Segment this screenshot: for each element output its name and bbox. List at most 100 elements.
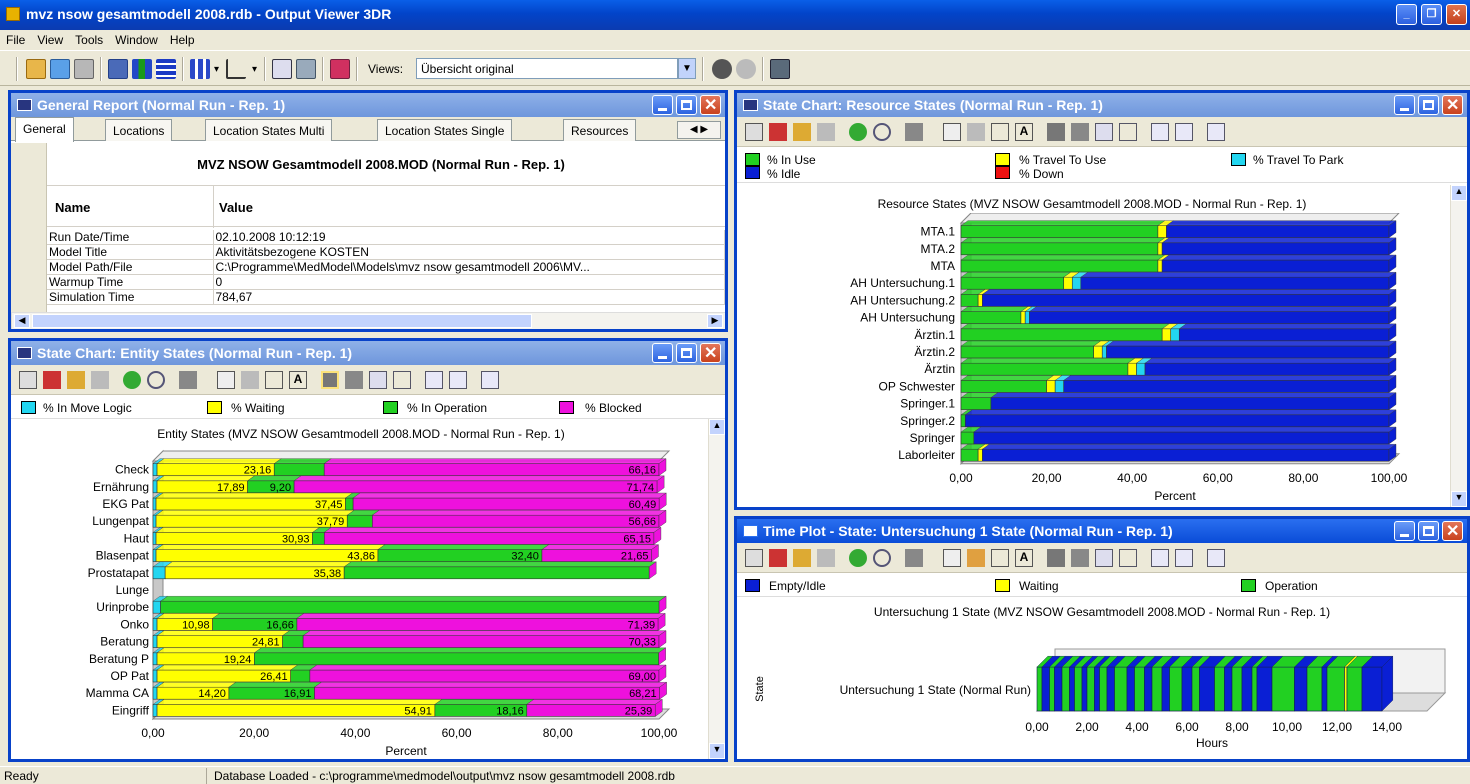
menu-help[interactable]: Help: [164, 30, 201, 47]
open-icon[interactable]: [26, 59, 46, 79]
paint-icon[interactable]: [905, 549, 923, 567]
views-select[interactable]: Übersicht original: [416, 58, 678, 79]
grid-icon[interactable]: [1095, 549, 1113, 567]
menu-file[interactable]: File: [0, 30, 31, 47]
scroll-down-icon[interactable]: ▼: [709, 743, 725, 759]
axis-icon[interactable]: [967, 549, 985, 567]
label-icon[interactable]: [991, 123, 1009, 141]
chevron-down-icon-2[interactable]: ▾: [252, 64, 257, 75]
copy-icon[interactable]: [1151, 123, 1169, 141]
menu-view[interactable]: View: [31, 30, 69, 47]
scroll-up-icon[interactable]: ▲: [1451, 185, 1467, 201]
export-icon[interactable]: [1207, 123, 1225, 141]
label-icon[interactable]: [991, 549, 1009, 567]
chevron-down-icon[interactable]: ▾: [214, 64, 219, 75]
es-maximize-button[interactable]: [676, 343, 697, 363]
tp-close-button[interactable]: ✕: [1442, 521, 1463, 541]
tools-icon[interactable]: [296, 59, 316, 79]
tab-scroll-arrows[interactable]: ◀ ▶: [677, 121, 721, 139]
record-icon[interactable]: [712, 59, 732, 79]
general-report-titlebar[interactable]: General Report (Normal Run - Rep. 1) ✕: [11, 93, 725, 117]
paint-icon[interactable]: [179, 371, 197, 389]
list-icon[interactable]: [1119, 549, 1137, 567]
copy-icon[interactable]: [1151, 549, 1169, 567]
grid-icon[interactable]: [369, 371, 387, 389]
print-icon[interactable]: [74, 59, 94, 79]
bar-icon[interactable]: [91, 371, 109, 389]
open-folder-icon[interactable]: [67, 371, 85, 389]
horizontal-scrollbar[interactable]: ◀ ▶: [11, 312, 725, 329]
scroll-up-icon[interactable]: ▲: [709, 419, 725, 435]
save-icon[interactable]: [449, 371, 467, 389]
state-chart-icon[interactable]: [156, 59, 176, 79]
chart-type-icon[interactable]: [43, 371, 61, 389]
gr-close-button[interactable]: ✕: [700, 95, 721, 115]
bar-icon[interactable]: [817, 123, 835, 141]
resource-states-titlebar[interactable]: State Chart: Resource States (Normal Run…: [737, 93, 1467, 117]
export-icon[interactable]: [1207, 549, 1225, 567]
rs-maximize-button[interactable]: [1418, 95, 1439, 115]
font-icon[interactable]: A: [1015, 549, 1033, 567]
tp-maximize-button[interactable]: [1418, 521, 1439, 541]
list-icon[interactable]: [393, 371, 411, 389]
views-dropdown-arrow-icon[interactable]: ▼: [678, 58, 696, 79]
open-folder-icon[interactable]: [793, 549, 811, 567]
tab-general[interactable]: General: [15, 117, 74, 142]
rs-close-button[interactable]: ✕: [1442, 95, 1463, 115]
table-icon[interactable]: [108, 59, 128, 79]
scroll-right-icon[interactable]: ▶: [707, 314, 723, 328]
move-icon[interactable]: [849, 123, 867, 141]
export-icon[interactable]: [481, 371, 499, 389]
es-minimize-button[interactable]: [652, 343, 673, 363]
minimize-button[interactable]: _: [1396, 4, 1417, 25]
legend-toggle-icon[interactable]: [1047, 123, 1065, 141]
menu-window[interactable]: Window: [109, 30, 164, 47]
calendar-icon[interactable]: [943, 549, 961, 567]
save-icon[interactable]: [1175, 123, 1193, 141]
list-icon[interactable]: [1119, 123, 1137, 141]
zoom-icon[interactable]: [873, 549, 891, 567]
calendar-icon[interactable]: [943, 123, 961, 141]
legend-toggle-icon[interactable]: [321, 371, 339, 389]
bookmark-icon[interactable]: [345, 371, 363, 389]
tp-minimize-button[interactable]: [1394, 521, 1415, 541]
tab-location-states-single[interactable]: Location States Single: [377, 119, 513, 141]
chart-type-icon[interactable]: [769, 123, 787, 141]
font-icon[interactable]: A: [289, 371, 307, 389]
bar-icon[interactable]: [817, 549, 835, 567]
restore-button[interactable]: ❐: [1421, 4, 1442, 25]
binoculars-icon[interactable]: [19, 371, 37, 389]
bookmark-icon[interactable]: [1071, 549, 1089, 567]
gr-minimize-button[interactable]: [652, 95, 673, 115]
tab-locations[interactable]: Locations: [105, 119, 173, 141]
bookmark-icon[interactable]: [1071, 123, 1089, 141]
vertical-scrollbar[interactable]: ▲ ▼: [708, 419, 725, 759]
entity-states-titlebar[interactable]: State Chart: Entity States (Normal Run -…: [11, 341, 725, 365]
calendar-icon[interactable]: [217, 371, 235, 389]
scroll-left-icon[interactable]: ◀: [14, 314, 30, 328]
book-icon[interactable]: [330, 59, 350, 79]
move-icon[interactable]: [849, 549, 867, 567]
move-icon[interactable]: [123, 371, 141, 389]
save-icon[interactable]: [1175, 549, 1193, 567]
column-chart-icon[interactable]: [132, 59, 152, 79]
open-folder-icon[interactable]: [793, 123, 811, 141]
copy-icon[interactable]: [425, 371, 443, 389]
legend-toggle-icon[interactable]: [1047, 549, 1065, 567]
histogram-icon[interactable]: [190, 59, 210, 79]
grid-icon[interactable]: [1095, 123, 1113, 141]
help-book-icon[interactable]: [770, 59, 790, 79]
tab-resources[interactable]: Resources: [563, 119, 637, 141]
zoom-icon[interactable]: [873, 123, 891, 141]
scroll-down-icon[interactable]: ▼: [1451, 491, 1467, 507]
tab-location-states-multi[interactable]: Location States Multi: [205, 119, 333, 141]
chart-type-icon[interactable]: [769, 549, 787, 567]
label-icon[interactable]: [265, 371, 283, 389]
export-icon[interactable]: [50, 59, 70, 79]
gr-maximize-button[interactable]: [676, 95, 697, 115]
line-chart-icon[interactable]: [226, 59, 246, 79]
calendar-icon[interactable]: [272, 59, 292, 79]
paint-icon[interactable]: [905, 123, 923, 141]
binoculars-icon[interactable]: [745, 123, 763, 141]
rs-minimize-button[interactable]: [1394, 95, 1415, 115]
